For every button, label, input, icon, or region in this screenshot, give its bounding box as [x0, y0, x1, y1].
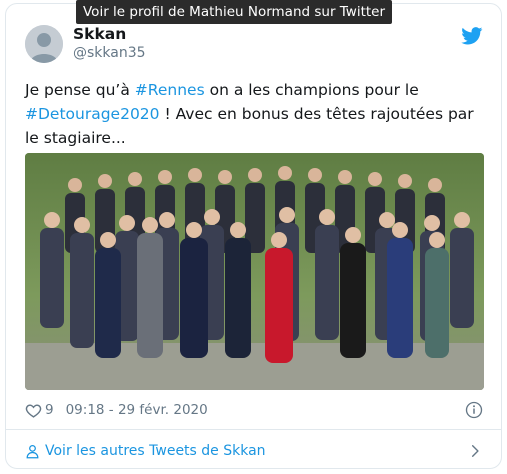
author-handle[interactable]: @skkan35: [73, 45, 146, 61]
hashtag-detourage2020-link[interactable]: #Detourage2020: [25, 105, 160, 123]
group-photo-image: [25, 153, 484, 390]
twitter-bird-icon[interactable]: [461, 27, 483, 45]
embedded-tweet-card: Skkan @skkan35 Je pense qu’à #Rennes on …: [5, 3, 502, 469]
profile-tooltip: Voir le profil de Mathieu Normand sur Tw…: [76, 0, 393, 24]
tweet-timestamp[interactable]: 09:18 - 29 févr. 2020: [66, 402, 208, 418]
person-icon: [26, 444, 39, 458]
more-tweets-link[interactable]: Voir les autres Tweets de Skkan: [25, 440, 266, 462]
heart-icon[interactable]: [25, 402, 42, 419]
tweet-text-part: on a les champions pour le: [204, 81, 419, 99]
tweet-text-part: Je pense qu’à: [25, 81, 135, 99]
hashtag-rennes-link[interactable]: #Rennes: [135, 81, 205, 99]
chevron-right-icon[interactable]: [468, 444, 482, 458]
author-avatar[interactable]: [25, 25, 63, 63]
more-tweets-label[interactable]: Voir les autres Tweets de Skkan: [45, 443, 266, 459]
default-avatar-icon: [25, 25, 63, 63]
tweet-photo[interactable]: [25, 153, 484, 390]
tweet-meta: 9 09:18 - 29 févr. 2020: [25, 400, 208, 420]
like-count[interactable]: 9: [45, 402, 54, 418]
author-display-name[interactable]: Skkan: [73, 25, 126, 43]
info-icon[interactable]: [465, 401, 483, 419]
tweet-text: Je pense qu’à #Rennes on a les champions…: [25, 78, 485, 150]
footer-divider: [6, 429, 501, 430]
